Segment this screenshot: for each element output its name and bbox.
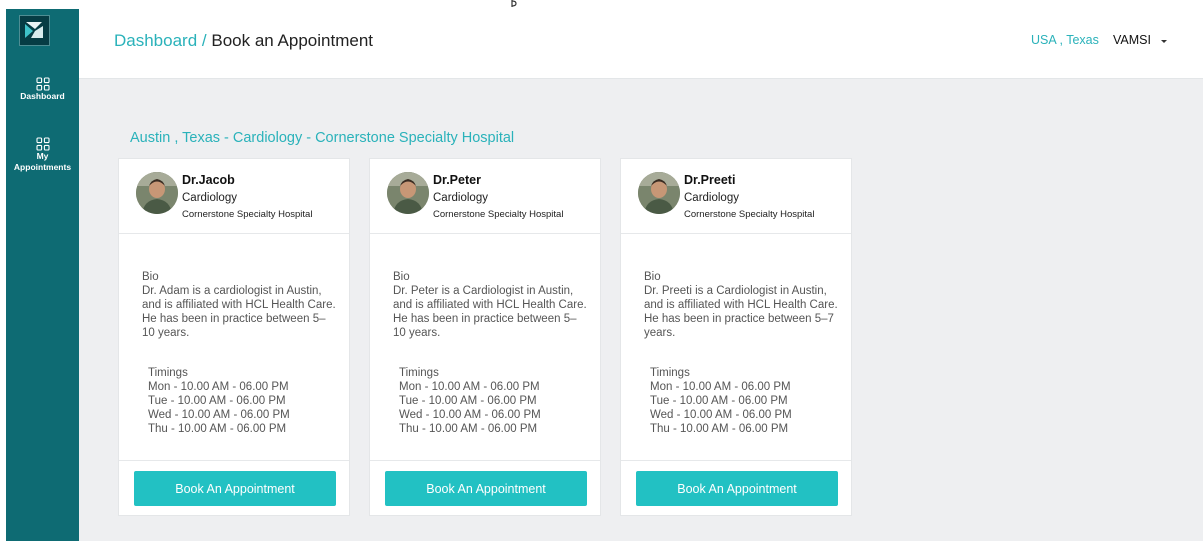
timing-row: Mon - 10.00 AM - 06.00 PM bbox=[650, 381, 791, 393]
timing-row: Tue - 10.00 AM - 06.00 PM bbox=[148, 395, 286, 407]
doctor-timings: Timings Mon - 10.00 AM - 06.00 PM Tue - … bbox=[650, 366, 830, 436]
doctor-hospital: Cornerstone Specialty Hospital bbox=[433, 209, 564, 220]
doctor-specialty: Cardiology bbox=[182, 192, 237, 204]
sidebar-item-dashboard[interactable]: Dashboard bbox=[6, 77, 79, 102]
timing-row: Wed - 10.00 AM - 06.00 PM bbox=[399, 409, 541, 421]
timing-row: Wed - 10.00 AM - 06.00 PM bbox=[148, 409, 290, 421]
book-appointment-button[interactable]: Book An Appointment bbox=[636, 471, 838, 506]
timing-row: Tue - 10.00 AM - 06.00 PM bbox=[399, 395, 537, 407]
doctor-bio: Bio Dr. Preeti is a Cardiologist in Aust… bbox=[644, 270, 839, 340]
timings-heading: Timings bbox=[399, 367, 439, 379]
doctor-card: Dr.Preeti Cardiology Cornerstone Special… bbox=[620, 158, 852, 516]
doctor-bio: Bio Dr. Peter is a Cardiologist in Austi… bbox=[393, 270, 588, 340]
bio-heading: Bio bbox=[393, 271, 410, 283]
breadcrumb: Dashboard / Book an Appointment bbox=[114, 31, 373, 51]
bio-heading: Bio bbox=[644, 271, 661, 283]
timing-row: Thu - 10.00 AM - 06.00 PM bbox=[148, 423, 287, 435]
timing-row: Wed - 10.00 AM - 06.00 PM bbox=[650, 409, 792, 421]
doctor-card-header: Dr.Preeti Cardiology Cornerstone Special… bbox=[621, 159, 851, 234]
timings-heading: Timings bbox=[650, 367, 690, 379]
cropped-glyph bbox=[511, 0, 517, 7]
book-appointment-button[interactable]: Book An Appointment bbox=[385, 471, 587, 506]
doctor-specialty: Cardiology bbox=[684, 192, 739, 204]
avatar bbox=[387, 172, 429, 214]
grid-icon bbox=[35, 137, 50, 151]
section-title: Austin , Texas - Cardiology - Cornerston… bbox=[130, 130, 515, 146]
top-header: Dashboard / Book an Appointment USA , Te… bbox=[79, 9, 1203, 79]
avatar bbox=[136, 172, 178, 214]
doctor-card: Dr.Peter Cardiology Cornerstone Specialt… bbox=[369, 158, 601, 516]
grid-icon bbox=[35, 77, 50, 91]
doctor-name: Dr.Preeti bbox=[684, 173, 736, 187]
bio-text: Dr. Peter is a Cardiologist in Austin, a… bbox=[393, 285, 587, 339]
sidebar-item-my-appointments[interactable]: My Appointments bbox=[6, 137, 79, 173]
timing-row: Tue - 10.00 AM - 06.00 PM bbox=[650, 395, 788, 407]
bio-text: Dr. Adam is a cardiologist in Austin, an… bbox=[142, 285, 336, 339]
doctor-card-header: Dr.Jacob Cardiology Cornerstone Specialt… bbox=[119, 159, 349, 234]
main-content: Austin , Texas - Cardiology - Cornerston… bbox=[79, 79, 1203, 541]
sidebar: Dashboard My Appointments bbox=[6, 9, 79, 541]
doctor-hospital: Cornerstone Specialty Hospital bbox=[182, 209, 313, 220]
sidebar-item-label: My bbox=[36, 151, 49, 161]
top-strip bbox=[0, 0, 1203, 9]
page-title: Book an Appointment bbox=[211, 31, 373, 50]
doctor-timings: Timings Mon - 10.00 AM - 06.00 PM Tue - … bbox=[148, 366, 328, 436]
location-label: USA , Texas bbox=[1031, 33, 1099, 47]
doctor-hospital: Cornerstone Specialty Hospital bbox=[684, 209, 815, 220]
timing-row: Thu - 10.00 AM - 06.00 PM bbox=[650, 423, 789, 435]
doctor-card-footer: Book An Appointment bbox=[621, 460, 851, 516]
timing-row: Mon - 10.00 AM - 06.00 PM bbox=[148, 381, 289, 393]
avatar bbox=[638, 172, 680, 214]
bio-text: Dr. Preeti is a Cardiologist in Austin, … bbox=[644, 285, 838, 339]
doctor-name: Dr.Peter bbox=[433, 173, 481, 187]
doctor-card-footer: Book An Appointment bbox=[119, 460, 349, 516]
timings-heading: Timings bbox=[148, 367, 188, 379]
sidebar-item-label: Dashboard bbox=[20, 91, 65, 101]
sidebar-item-label: Appointments bbox=[13, 162, 72, 172]
app-logo-icon[interactable] bbox=[19, 15, 50, 46]
doctor-card-header: Dr.Peter Cardiology Cornerstone Specialt… bbox=[370, 159, 600, 234]
doctor-card: Dr.Jacob Cardiology Cornerstone Specialt… bbox=[118, 158, 350, 516]
doctor-name: Dr.Jacob bbox=[182, 173, 235, 187]
user-menu[interactable]: VAMSI bbox=[1113, 33, 1151, 47]
doctor-card-footer: Book An Appointment bbox=[370, 460, 600, 516]
doctor-specialty: Cardiology bbox=[433, 192, 488, 204]
bio-heading: Bio bbox=[142, 271, 159, 283]
timing-row: Thu - 10.00 AM - 06.00 PM bbox=[399, 423, 538, 435]
breadcrumb-link-dashboard[interactable]: Dashboard bbox=[114, 31, 197, 50]
doctor-timings: Timings Mon - 10.00 AM - 06.00 PM Tue - … bbox=[399, 366, 579, 436]
breadcrumb-separator: / bbox=[201, 31, 207, 50]
page: Dashboard My Appointments Dashboard / Bo… bbox=[0, 0, 1203, 541]
timing-row: Mon - 10.00 AM - 06.00 PM bbox=[399, 381, 540, 393]
book-appointment-button[interactable]: Book An Appointment bbox=[134, 471, 336, 506]
doctor-bio: Bio Dr. Adam is a cardiologist in Austin… bbox=[142, 270, 337, 340]
chevron-down-icon[interactable] bbox=[1161, 40, 1167, 43]
